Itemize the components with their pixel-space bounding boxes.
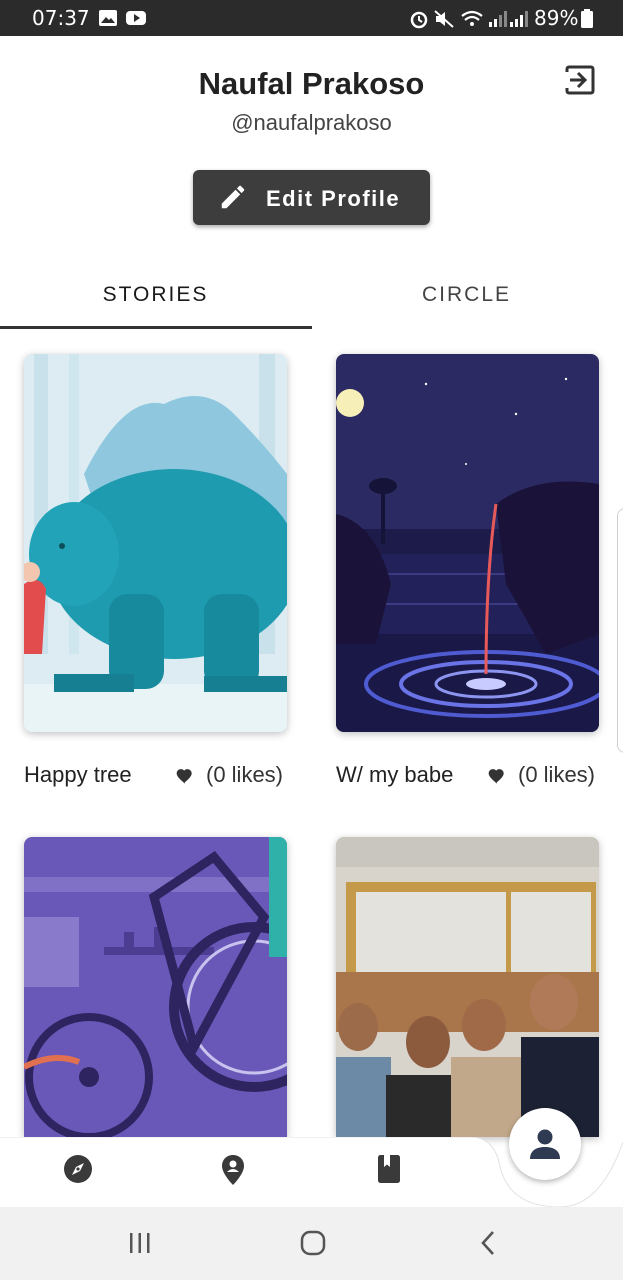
- story-image: [24, 354, 287, 732]
- mute-icon: [434, 10, 454, 28]
- story-card-happy-tree[interactable]: [24, 354, 287, 732]
- youtube-icon: [126, 11, 146, 25]
- recent-apps-icon[interactable]: [128, 1231, 152, 1255]
- wifi-icon: [461, 10, 483, 26]
- story-title: Happy tree: [24, 762, 132, 787]
- tab-indicator: [0, 326, 312, 329]
- story-image: [336, 354, 599, 732]
- edge-panel-handle[interactable]: [617, 508, 623, 753]
- story-card-my-babe[interactable]: [336, 354, 599, 732]
- person-icon: [530, 1129, 560, 1159]
- heart-icon[interactable]: [487, 766, 507, 785]
- heart-icon[interactable]: [175, 766, 195, 785]
- edit-profile-label: Edit Profile: [266, 186, 401, 211]
- signal-icon: [489, 11, 507, 27]
- story-likes: (0 likes): [518, 762, 596, 787]
- profile-nav-button[interactable]: [509, 1108, 581, 1180]
- edit-profile-button[interactable]: Edit Profile: [193, 170, 430, 225]
- compass-icon[interactable]: [63, 1154, 93, 1184]
- status-time: 07:37: [32, 6, 90, 30]
- back-icon[interactable]: [478, 1230, 500, 1256]
- battery-percent: 89%: [534, 6, 579, 30]
- tab-stories[interactable]: STORIES: [0, 283, 311, 307]
- alarm-icon: [410, 11, 428, 29]
- story-card-3[interactable]: [24, 837, 287, 1137]
- story-image: [336, 837, 599, 1137]
- gallery-icon: [99, 10, 117, 26]
- signal-icon-2: [510, 11, 528, 27]
- profile-name: Naufal Prakoso: [198, 66, 425, 101]
- story-image: [24, 837, 287, 1137]
- pencil-icon: [221, 185, 245, 209]
- status-bar: 07:37 89%: [0, 0, 623, 36]
- system-navigation-bar: [0, 1207, 623, 1280]
- book-icon[interactable]: [376, 1154, 402, 1184]
- story-likes: (0 likes): [206, 762, 284, 787]
- tab-circle[interactable]: CIRCLE: [311, 283, 622, 307]
- story-card-4[interactable]: [336, 837, 599, 1137]
- home-icon[interactable]: [299, 1229, 327, 1257]
- battery-icon: [581, 9, 593, 28]
- profile-handle: @naufalprakoso: [231, 110, 392, 135]
- location-pin-icon[interactable]: [220, 1154, 246, 1186]
- story-title: W/ my babe: [336, 762, 454, 787]
